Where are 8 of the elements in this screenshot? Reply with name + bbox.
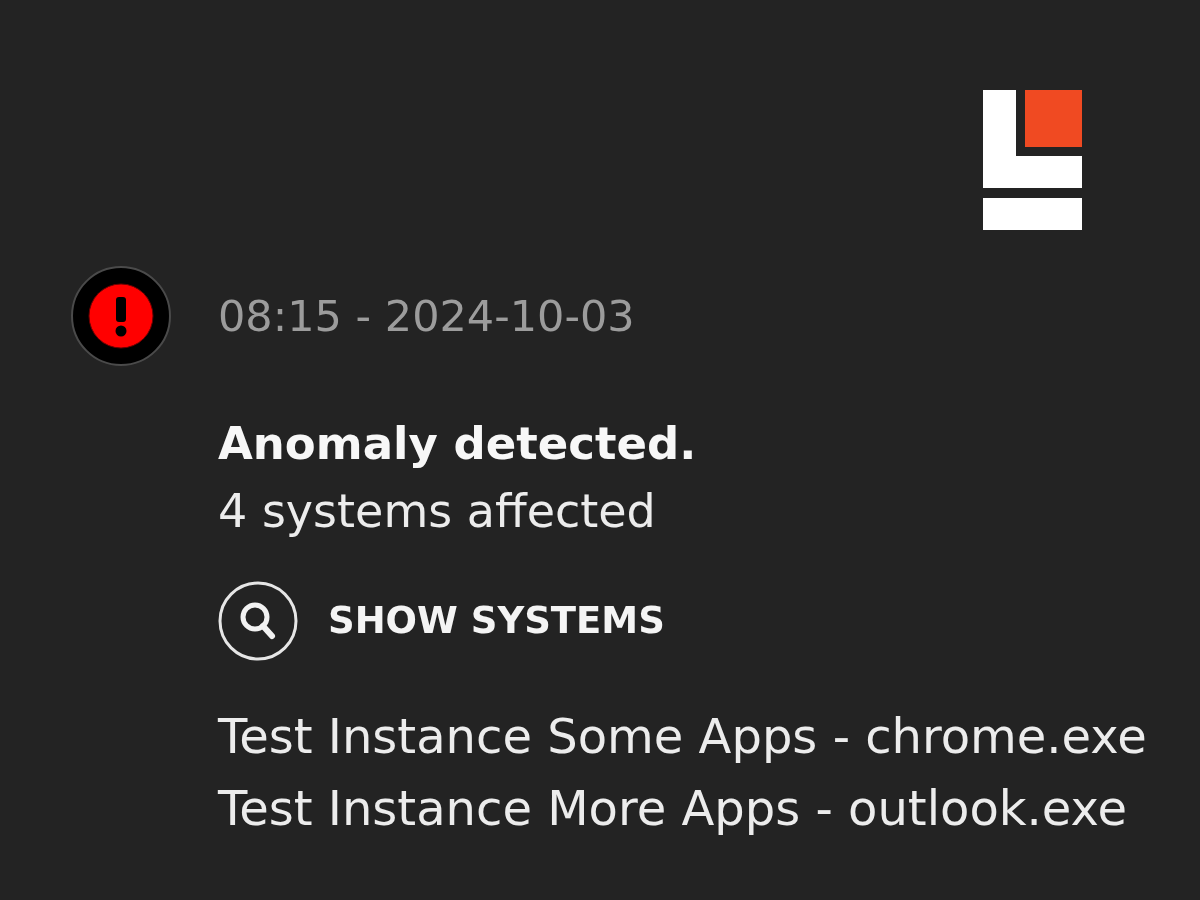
search-icon [218, 581, 298, 661]
affected-count: 4 systems affected [218, 484, 656, 539]
system-entry: Test Instance More Apps - outlook.exe [218, 779, 1128, 838]
system-entry: Test Instance Some Apps - chrome.exe [218, 707, 1147, 766]
alert-icon [71, 266, 171, 366]
show-systems-button[interactable]: SHOW SYSTEMS [218, 581, 665, 661]
alert-title: Anomaly detected. [218, 416, 697, 471]
timestamp: 08:15 - 2024-10-03 [218, 290, 635, 343]
